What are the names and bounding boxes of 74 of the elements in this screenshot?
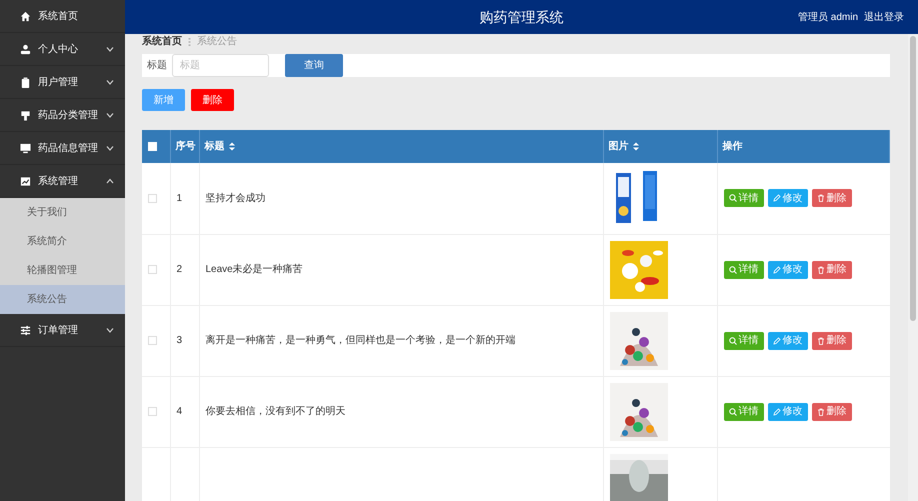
row-number: 4 — [176, 406, 182, 417]
app-title: 购药管理系统 — [480, 8, 564, 26]
breadcrumb-item: 系统公告 — [197, 34, 237, 49]
separator-icon — [188, 38, 191, 46]
query-button[interactable]: 查询 — [285, 54, 343, 77]
row-number: 2 — [176, 264, 182, 275]
sliders-icon — [20, 324, 31, 336]
search-icon — [728, 336, 736, 344]
delete-button[interactable]: 删除 — [812, 332, 852, 350]
scrollbar[interactable] — [908, 34, 918, 501]
sort-icon[interactable] — [632, 142, 638, 151]
pencil-icon — [772, 194, 780, 202]
trash-icon — [816, 266, 824, 274]
menu-label: 系统首页 — [38, 10, 78, 24]
search-icon — [728, 266, 736, 274]
notice-title: 你要去相信，没有到不了的明天 — [206, 406, 346, 417]
chart-icon — [20, 176, 31, 186]
pencil-icon — [772, 266, 780, 274]
menu-label: 用户管理 — [38, 76, 78, 90]
row-checkbox[interactable] — [148, 407, 157, 416]
notice-title: 坚持才会成功 — [206, 192, 266, 204]
breadcrumb-item[interactable]: 系统首页 — [142, 34, 182, 49]
home-icon — [20, 10, 31, 22]
sidebar-item[interactable]: 药品分类管理 — [0, 99, 125, 132]
row-checkbox[interactable] — [148, 265, 157, 274]
title-search-field[interactable]: 标题 — [172, 54, 269, 77]
submenu-item[interactable]: 轮播图管理 — [0, 256, 125, 285]
edit-button[interactable]: 修改 — [768, 260, 808, 278]
row-checkbox[interactable] — [148, 336, 157, 345]
trash-icon — [816, 408, 824, 416]
monitor-icon — [20, 142, 31, 154]
delete-button[interactable]: 删除 — [812, 260, 852, 278]
pencil-icon — [772, 336, 780, 344]
menu-label: 系统管理 — [38, 174, 78, 188]
sidebar-item[interactable]: 用户管理 — [0, 66, 125, 99]
row-number: 1 — [176, 192, 182, 204]
menu-label: 个人中心 — [38, 42, 78, 56]
edit-button[interactable]: 修改 — [768, 402, 808, 420]
submenu-item[interactable]: 关于我们 — [0, 198, 125, 227]
notice-title: Leave未必是一种痛苦 — [206, 264, 303, 275]
sidebar-item[interactable]: 个人中心 — [0, 33, 125, 66]
menu-label: 药品信息管理 — [38, 142, 98, 156]
search-icon — [728, 408, 736, 416]
trash-icon — [816, 336, 824, 344]
submenu-item[interactable]: 系统公告 — [0, 285, 125, 314]
edit-button[interactable]: 修改 — [768, 189, 808, 208]
logout-link[interactable]: 退出登录 — [864, 10, 904, 24]
trash-icon — [816, 194, 824, 202]
delete-button[interactable]: 删除 — [812, 402, 852, 420]
clipboard-icon — [20, 76, 31, 88]
delete-button[interactable]: 删除 — [812, 189, 852, 208]
select-all-checkbox[interactable] — [148, 142, 157, 151]
delete-button[interactable]: 删除 — [191, 89, 234, 111]
user-label: 管理员 admin — [798, 10, 858, 24]
field-label: 标题 — [147, 58, 167, 73]
menu-label: 药品分类管理 — [38, 108, 98, 122]
details-button[interactable]: 详情 — [724, 189, 764, 208]
details-button[interactable]: 详情 — [724, 260, 764, 278]
menu-label: 订单管理 — [38, 324, 78, 338]
sidebar-item[interactable]: 订单管理 — [0, 314, 125, 347]
details-button[interactable]: 详情 — [724, 332, 764, 350]
row-number: 3 — [176, 335, 182, 346]
pencil-icon — [772, 408, 780, 416]
add-button[interactable]: 新增 — [142, 89, 185, 111]
details-button[interactable]: 详情 — [724, 402, 764, 420]
sidebar-item[interactable]: 药品信息管理 — [0, 132, 125, 165]
marker-icon — [20, 110, 31, 120]
row-checkbox[interactable] — [148, 194, 157, 203]
submenu-item[interactable]: 系统简介 — [0, 227, 125, 256]
edit-button[interactable]: 修改 — [768, 332, 808, 350]
sort-icon[interactable] — [228, 142, 234, 151]
user-icon — [20, 44, 31, 54]
search-icon — [728, 194, 736, 202]
notice-title: 离开是一种痛苦，是一种勇气，但同样也是一个考验，是一个新的开端 — [206, 335, 516, 346]
